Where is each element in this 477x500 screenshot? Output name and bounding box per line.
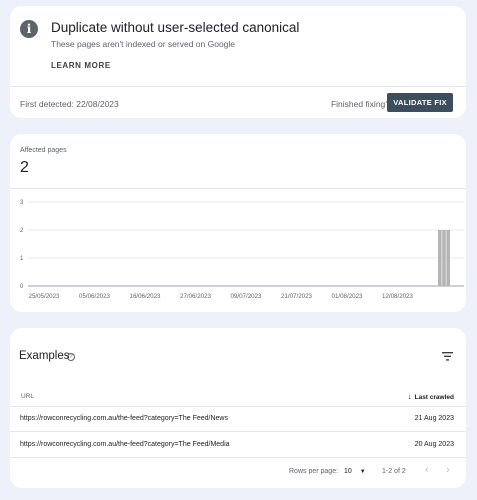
- x-tick-label: 21/07/2023: [281, 293, 313, 300]
- examples-card: Examples ? URL ↓ Last crawled https://row…: [10, 328, 466, 488]
- affected-pages-count: 2: [20, 159, 29, 176]
- x-tick-label: 09/07/2023: [231, 293, 263, 300]
- x-tick-label: 16/06/2023: [130, 293, 162, 300]
- chart-bar: [446, 230, 450, 286]
- rows-per-page-select[interactable]: 10 ▼: [344, 468, 366, 475]
- last-crawled-label: Last crawled: [414, 394, 454, 401]
- column-header-last-crawled[interactable]: ↓ Last crawled: [408, 392, 454, 401]
- x-tick-label: 01/08/2023: [332, 293, 364, 300]
- table-row[interactable]: https://rowconrecycling.com.au/the-feed?…: [10, 433, 466, 458]
- affected-pages-label: Affected pages: [20, 147, 67, 154]
- row-last-crawled: 21 Aug 2023: [414, 415, 454, 422]
- pagination-range: 1-2 of 2: [382, 468, 406, 475]
- rows-per-page-value: 10: [344, 468, 352, 475]
- y-tick-label: 3: [20, 200, 24, 206]
- divider: [10, 86, 466, 87]
- issue-title: Duplicate without user-selected canonica…: [51, 20, 300, 35]
- row-last-crawled: 20 Aug 2023: [414, 441, 454, 448]
- issue-card: i Duplicate without user-selected canoni…: [10, 6, 466, 118]
- chart-bar: [442, 230, 446, 286]
- finished-fixing-text: Finished fixing?: [330, 99, 390, 109]
- row-url[interactable]: https://rowconrecycling.com.au/the-feed?…: [20, 415, 228, 422]
- table-row[interactable]: https://rowconrecycling.com.au/the-feed?…: [10, 407, 466, 432]
- issue-subtitle: These pages aren't indexed or served on …: [51, 39, 236, 49]
- info-icon: i: [20, 20, 38, 38]
- affected-pages-chart: 0 1 2 3 25/05/2023 05/06/2023 16/06/2023 27/06/…: [20, 200, 464, 300]
- x-tick-label: 05/06/2023: [79, 293, 111, 300]
- x-tick-label: 12/08/2023: [382, 293, 414, 300]
- y-tick-label: 1: [20, 256, 24, 262]
- chevron-left-icon[interactable]: ‹: [425, 464, 429, 476]
- learn-more-link[interactable]: LEARN MORE: [51, 61, 111, 70]
- x-tick-label: 27/06/2023: [180, 293, 212, 300]
- help-icon[interactable]: ?: [67, 353, 75, 361]
- rows-per-page-label: Rows per page:: [289, 468, 339, 475]
- y-tick-label: 0: [20, 284, 24, 290]
- caret-down-icon: ▼: [359, 469, 366, 475]
- examples-title: Examples: [19, 350, 70, 362]
- filter-icon[interactable]: [442, 352, 453, 361]
- affected-pages-card: Affected pages 2 0 1 2 3 25/05/2023 05/06/202…: [10, 134, 466, 312]
- column-header-url[interactable]: URL: [21, 393, 34, 400]
- x-tick-label: 25/05/2023: [29, 293, 61, 300]
- first-detected-text: First detected: 22/08/2023: [20, 99, 119, 109]
- row-url[interactable]: https://rowconrecycling.com.au/the-feed?…: [20, 441, 230, 448]
- y-tick-label: 2: [20, 228, 24, 234]
- validate-fix-button[interactable]: VALIDATE FIX: [387, 93, 453, 112]
- chart-bar: [438, 230, 442, 286]
- chevron-right-icon[interactable]: ›: [446, 464, 450, 476]
- arrow-down-icon: ↓: [407, 392, 412, 401]
